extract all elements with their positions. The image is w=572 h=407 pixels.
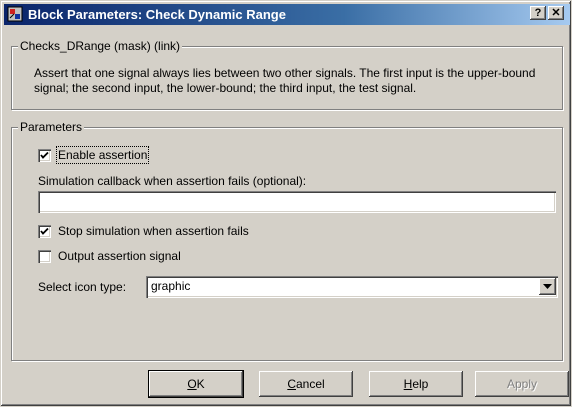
cancel-rest: ancel	[295, 377, 325, 391]
icon-type-label: Select icon type:	[38, 280, 127, 294]
help-button[interactable]: Help	[369, 371, 463, 397]
output-signal-label[interactable]: Output assertion signal	[58, 249, 181, 263]
title-bar[interactable]: Block Parameters: Check Dynamic Range ? …	[4, 4, 570, 25]
help-rest: elp	[412, 377, 429, 391]
stop-simulation-checkbox[interactable]	[38, 225, 51, 238]
mask-description: Assert that one signal always lies betwe…	[34, 66, 536, 95]
mask-description-group: Checks_DRange (mask) (link) Assert that …	[11, 39, 563, 110]
cancel-button[interactable]: Cancel	[259, 371, 353, 397]
parameters-legend: Parameters	[18, 120, 85, 134]
chevron-down-icon[interactable]	[539, 278, 556, 295]
cancel-accel: C	[287, 377, 296, 391]
output-signal-checkbox[interactable]	[38, 250, 51, 263]
icon-type-value: graphic	[151, 279, 191, 293]
enable-assertion-label[interactable]: Enable assertion	[55, 146, 150, 164]
icon-type-select[interactable]: graphic	[146, 276, 558, 298]
stop-simulation-label[interactable]: Stop simulation when assertion fails	[58, 224, 249, 238]
mask-group-legend: Checks_DRange (mask) (link)	[18, 39, 183, 53]
parameters-group: Parameters Enable assertion Simulation c…	[11, 120, 563, 361]
ok-accel: O	[187, 377, 197, 391]
window-title: Block Parameters: Check Dynamic Range	[28, 7, 286, 22]
callback-label: Simulation callback when assertion fails…	[38, 174, 307, 188]
ok-button[interactable]: OK	[149, 371, 243, 397]
title-help-button[interactable]: ?	[530, 6, 546, 20]
simulink-block-icon	[7, 6, 23, 22]
title-close-button[interactable]: ✕	[548, 6, 564, 20]
ok-rest: K	[196, 377, 205, 391]
apply-button[interactable]: Apply	[475, 371, 569, 397]
callback-input[interactable]	[38, 191, 556, 213]
enable-assertion-checkbox[interactable]	[38, 149, 51, 162]
dialog-window: Block Parameters: Check Dynamic Range ? …	[0, 0, 572, 407]
